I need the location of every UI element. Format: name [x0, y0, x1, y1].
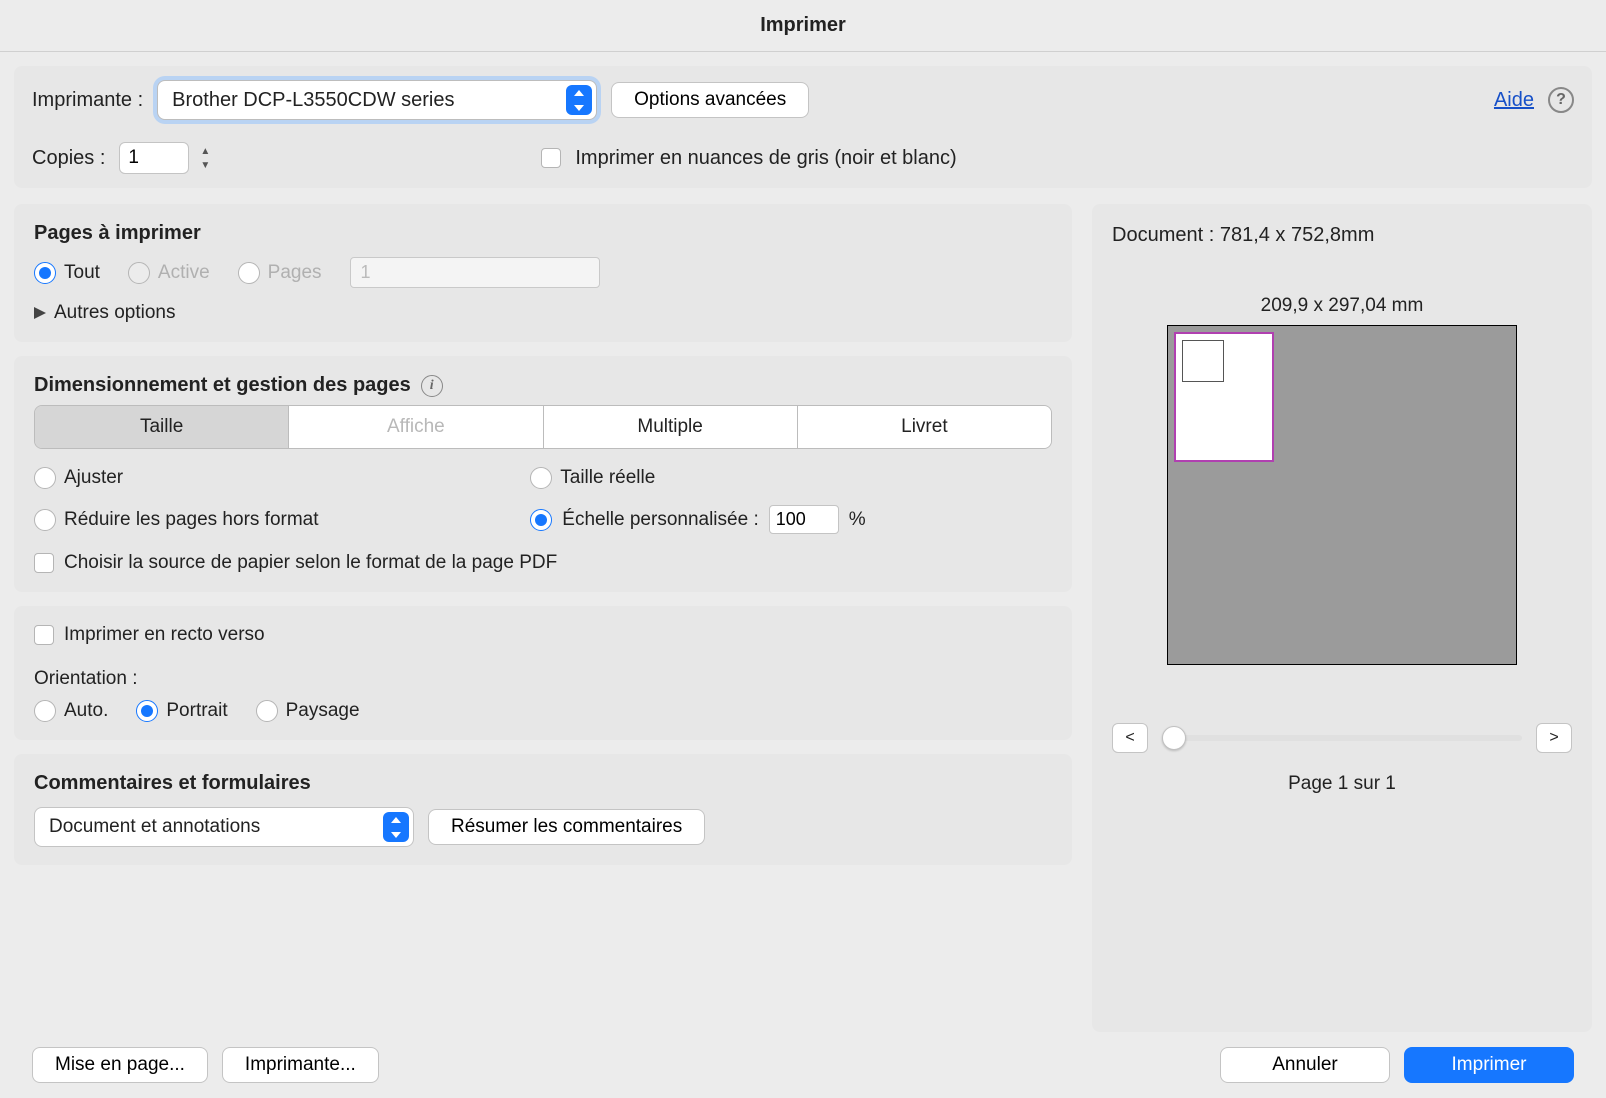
pages-range-label: Pages — [268, 262, 322, 284]
dropdown-stepper-icon — [383, 812, 409, 842]
pages-more-disclosure[interactable]: Autres options — [34, 302, 1052, 324]
pages-all-label: Tout — [64, 262, 100, 284]
help-icon[interactable]: ? — [1548, 87, 1574, 113]
pages-more-label: Autres options — [54, 302, 175, 324]
custom-scale-input[interactable] — [769, 505, 839, 534]
printer-setup-button[interactable]: Imprimante... — [222, 1047, 379, 1083]
sizing-title: Dimensionnement et gestion des pages — [34, 374, 411, 397]
comments-title: Commentaires et formulaires — [34, 772, 1052, 795]
orientation-landscape-label: Paysage — [286, 700, 360, 722]
orientation-portrait-label: Portrait — [166, 700, 227, 722]
choose-source-checkbox[interactable] — [34, 553, 54, 573]
info-icon[interactable]: i — [421, 375, 443, 397]
pages-all-radio[interactable] — [34, 262, 56, 284]
printer-panel: Imprimante : Brother DCP-L3550CDW series… — [14, 66, 1592, 188]
preview-panel: Document : 781,4 x 752,8mm 209,9 x 297,0… — [1092, 204, 1592, 1032]
preview-paper-size: 209,9 x 297,04 mm — [1112, 295, 1572, 317]
orientation-auto-label: Auto. — [64, 700, 108, 722]
help-link[interactable]: Aide — [1494, 89, 1534, 112]
shrink-radio[interactable] — [34, 509, 56, 531]
copies-stepper[interactable]: ▲ ▼ — [197, 144, 213, 172]
percent-label: % — [849, 509, 866, 531]
comments-select-value: Document et annotations — [49, 816, 260, 838]
preview-prev-button[interactable]: < — [1112, 723, 1148, 753]
sizing-section: Dimensionnement et gestion des pages i T… — [14, 356, 1072, 592]
chevron-up-icon[interactable]: ▲ — [197, 144, 213, 158]
pages-title: Pages à imprimer — [34, 222, 1052, 245]
custom-scale-radio[interactable] — [530, 509, 552, 531]
preview-document-size: Document : 781,4 x 752,8mm — [1112, 224, 1572, 247]
tab-multiple[interactable]: Multiple — [544, 406, 798, 448]
pages-range-input[interactable] — [350, 257, 600, 288]
orientation-auto-radio[interactable] — [34, 700, 56, 722]
grayscale-checkbox[interactable] — [541, 148, 561, 168]
printer-select[interactable]: Brother DCP-L3550CDW series — [157, 80, 597, 120]
dropdown-stepper-icon — [566, 85, 592, 115]
sizing-tabs: Taille Affiche Multiple Livret — [34, 405, 1052, 449]
pages-active-radio — [128, 262, 150, 284]
pages-section: Pages à imprimer Tout Active Pages — [14, 204, 1072, 342]
cancel-button[interactable]: Annuler — [1220, 1047, 1390, 1083]
triangle-right-icon — [34, 307, 46, 319]
printer-label: Imprimante : — [32, 89, 143, 112]
copies-label: Copies : — [32, 147, 105, 170]
fit-label: Ajuster — [64, 467, 123, 489]
custom-scale-label: Échelle personnalisée : — [562, 509, 758, 531]
preview-page-indicator: Page 1 sur 1 — [1112, 773, 1572, 795]
preview-next-button[interactable]: > — [1536, 723, 1572, 753]
orientation-landscape-radio[interactable] — [256, 700, 278, 722]
print-button[interactable]: Imprimer — [1404, 1047, 1574, 1083]
orientation-label: Orientation : — [34, 668, 1052, 690]
pages-range-radio[interactable] — [238, 262, 260, 284]
shrink-label: Réduire les pages hors format — [64, 509, 319, 531]
pages-active-label: Active — [158, 262, 210, 284]
tab-booklet[interactable]: Livret — [798, 406, 1051, 448]
tab-size[interactable]: Taille — [35, 406, 289, 448]
orientation-portrait-radio[interactable] — [136, 700, 158, 722]
window-title: Imprimer — [0, 0, 1606, 52]
advanced-options-button[interactable]: Options avancées — [611, 82, 809, 118]
page-setup-button[interactable]: Mise en page... — [32, 1047, 208, 1083]
copies-input[interactable] — [119, 142, 189, 174]
summarize-comments-button[interactable]: Résumer les commentaires — [428, 809, 705, 845]
preview-current-page — [1174, 332, 1274, 462]
actual-label: Taille réelle — [560, 467, 655, 489]
choose-source-label: Choisir la source de papier selon le for… — [64, 552, 557, 574]
actual-radio[interactable] — [530, 467, 552, 489]
fit-radio[interactable] — [34, 467, 56, 489]
preview-canvas — [1167, 325, 1517, 665]
preview-page-slider[interactable] — [1162, 735, 1522, 741]
printer-value: Brother DCP-L3550CDW series — [172, 89, 454, 112]
duplex-checkbox[interactable] — [34, 625, 54, 645]
duplex-label: Imprimer en recto verso — [64, 624, 265, 646]
comments-section: Commentaires et formulaires Document et … — [14, 754, 1072, 865]
chevron-down-icon[interactable]: ▼ — [197, 158, 213, 172]
comments-select[interactable]: Document et annotations — [34, 807, 414, 847]
grayscale-label: Imprimer en nuances de gris (noir et bla… — [575, 147, 956, 170]
duplex-section: Imprimer en recto verso Orientation : Au… — [14, 606, 1072, 740]
tab-poster[interactable]: Affiche — [289, 406, 543, 448]
slider-thumb[interactable] — [1162, 726, 1186, 750]
